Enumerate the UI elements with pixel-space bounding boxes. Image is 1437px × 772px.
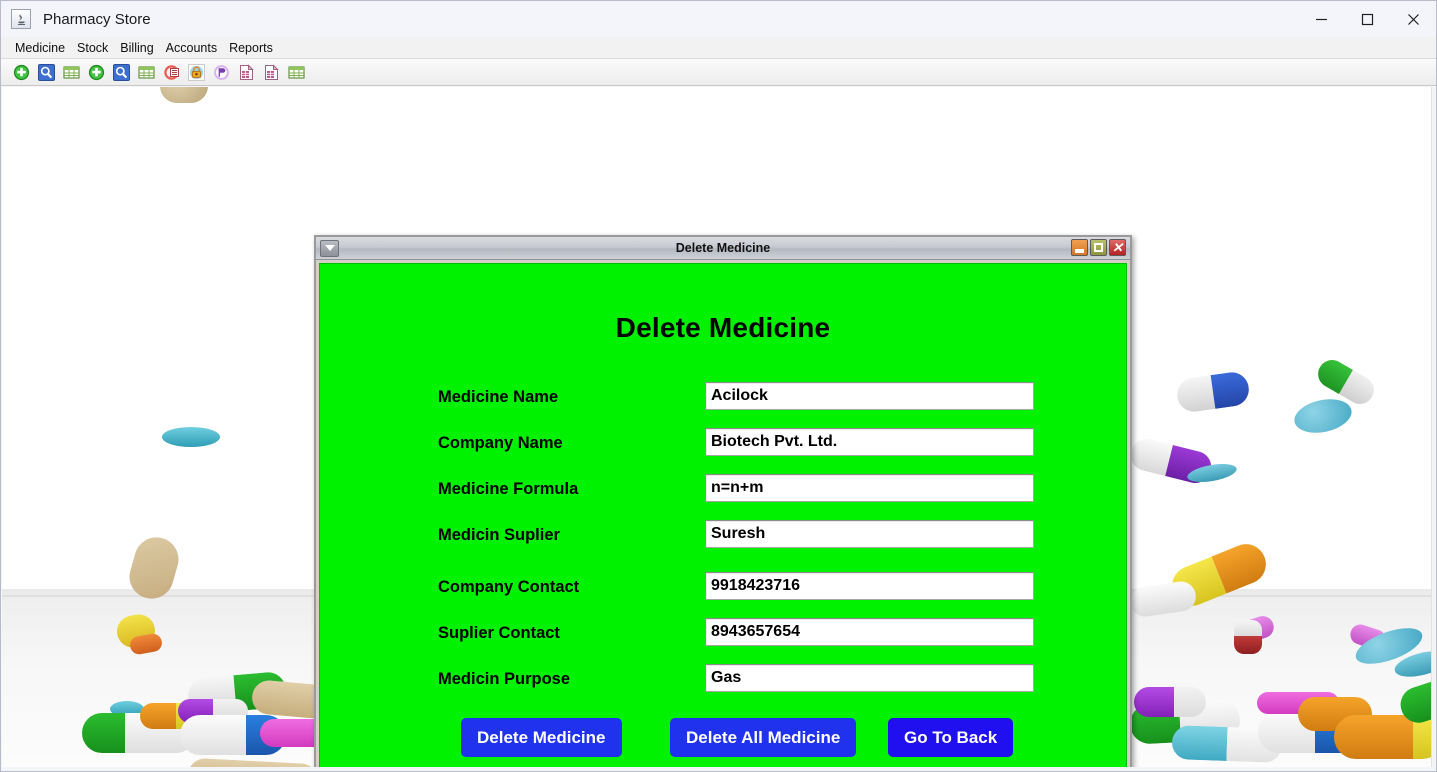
- form-row-medicine-name: Medicine Name: [320, 382, 1126, 412]
- label-medicine-purpose: Medicin Purpose: [438, 670, 571, 688]
- search-blue-magnifier-icon[interactable]: [112, 63, 131, 82]
- report-file-icon[interactable]: [262, 63, 281, 82]
- input-company-contact[interactable]: [705, 572, 1034, 600]
- input-medicine-name[interactable]: [705, 382, 1034, 410]
- delete-medicine-button[interactable]: Delete Medicine: [461, 718, 622, 757]
- label-supplier-contact: Suplier Contact: [438, 624, 560, 642]
- close-icon[interactable]: [1390, 1, 1436, 37]
- menu-item-billing[interactable]: Billing: [114, 39, 159, 57]
- delete-all-medicine-button[interactable]: Delete All Medicine: [670, 718, 857, 757]
- window-title-text: Pharmacy Store: [43, 10, 151, 28]
- input-supplier-contact[interactable]: [705, 618, 1034, 646]
- dialog-body: Delete Medicine Medicine Name Company Na…: [319, 263, 1127, 769]
- lock-orange-icon[interactable]: [187, 63, 206, 82]
- menubar: Medicine Stock Billing Accounts Reports: [1, 37, 1436, 59]
- form-row-medicine-supplier: Medicin Suplier: [320, 520, 1126, 550]
- form-heading: Delete Medicine: [615, 312, 831, 343]
- window-title-group: Pharmacy Store: [1, 9, 151, 29]
- background-capsule: [1174, 370, 1252, 414]
- dialog-title-text: Delete Medicine: [675, 241, 771, 255]
- toolbar: [1, 59, 1436, 86]
- table-grid-icon[interactable]: [62, 63, 81, 82]
- add-green-plus-icon[interactable]: [87, 63, 106, 82]
- label-medicine-supplier: Medicin Suplier: [438, 526, 560, 544]
- dialog-close-icon[interactable]: ✕: [1109, 239, 1126, 256]
- table-grid-icon[interactable]: [137, 63, 156, 82]
- go-to-back-button[interactable]: Go To Back: [888, 718, 1014, 757]
- background-pill: [1291, 394, 1355, 438]
- dialog-minimize-icon[interactable]: [1071, 239, 1088, 256]
- background-pill: [162, 427, 220, 447]
- desktop-pane: Delete Medicine ✕ Delete Medicine Medici…: [2, 87, 1436, 769]
- java-coffee-cup-icon: [11, 9, 31, 29]
- desktop-scrollbar[interactable]: [1431, 87, 1436, 769]
- search-blue-magnifier-icon[interactable]: [37, 63, 56, 82]
- window-controls: [1298, 1, 1436, 37]
- report-file-icon[interactable]: [237, 63, 256, 82]
- menu-item-accounts[interactable]: Accounts: [160, 39, 223, 57]
- dialog-action-row: Delete Medicine Delete All Medicine Go T…: [320, 718, 1126, 758]
- form-row-company-contact: Company Contact: [320, 572, 1126, 602]
- label-medicine-name: Medicine Name: [438, 388, 559, 406]
- menu-item-stock[interactable]: Stock: [71, 39, 114, 57]
- delete-medicine-dialog: Delete Medicine ✕ Delete Medicine Medici…: [314, 235, 1132, 769]
- menu-item-reports[interactable]: Reports: [223, 39, 279, 57]
- input-company-name[interactable]: [705, 428, 1034, 456]
- background-pill: [160, 87, 208, 103]
- chevron-down-icon[interactable]: [320, 239, 339, 257]
- label-company-name: Company Name: [438, 434, 563, 452]
- minimize-icon[interactable]: [1298, 1, 1344, 37]
- dialog-titlebar[interactable]: Delete Medicine ✕: [316, 237, 1130, 260]
- window-bottom-strip: [2, 767, 1435, 771]
- form-row-medicine-purpose: Medicin Purpose: [320, 664, 1126, 694]
- label-company-contact: Company Contact: [438, 578, 580, 596]
- menu-item-medicine[interactable]: Medicine: [9, 39, 71, 57]
- maximize-icon[interactable]: [1344, 1, 1390, 37]
- background-capsule: [1234, 620, 1262, 654]
- label-medicine-formula: Medicine Formula: [438, 480, 579, 498]
- form-row-medicine-formula: Medicine Formula: [320, 474, 1126, 504]
- delete-red-icon[interactable]: [162, 63, 181, 82]
- dialog-maximize-icon[interactable]: [1090, 239, 1107, 256]
- billing-circle-icon[interactable]: [212, 63, 231, 82]
- input-medicine-supplier[interactable]: [705, 520, 1034, 548]
- window-titlebar: Pharmacy Store: [1, 1, 1436, 37]
- form-row-supplier-contact: Suplier Contact: [320, 618, 1126, 648]
- input-medicine-formula[interactable]: [705, 474, 1034, 502]
- dialog-window-controls: ✕: [1071, 239, 1126, 256]
- application-window: Pharmacy Store Medicine Stock Billing Ac…: [0, 0, 1437, 772]
- input-medicine-purpose[interactable]: [705, 664, 1034, 692]
- add-green-plus-icon[interactable]: [12, 63, 31, 82]
- table-grid-icon[interactable]: [287, 63, 306, 82]
- background-capsule: [1134, 687, 1206, 717]
- form-row-company-name: Company Name: [320, 428, 1126, 458]
